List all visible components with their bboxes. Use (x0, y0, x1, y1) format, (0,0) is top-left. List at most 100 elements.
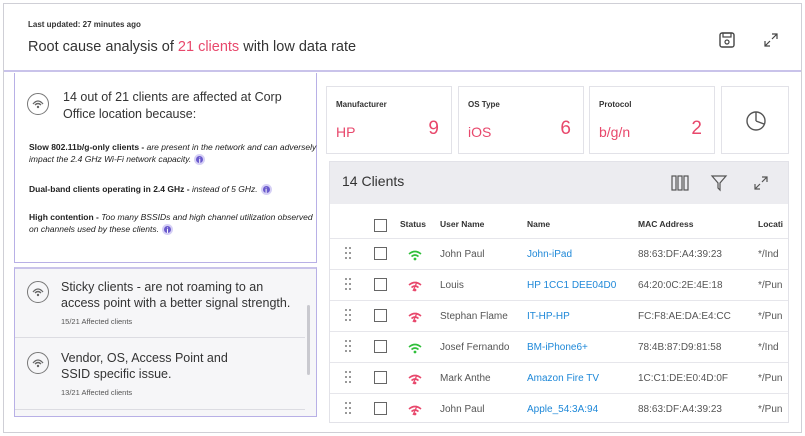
column-header-name[interactable]: Name (527, 219, 550, 229)
cell-client-name[interactable]: John-iPad (527, 249, 572, 260)
wifi-poor-icon (408, 372, 422, 390)
scrollbar[interactable] (307, 305, 310, 375)
active-root-cause[interactable]: 14 out of 21 clients are affected at Cor… (14, 73, 317, 263)
reason-dual-band: Dual-band clients operating in 2.4 GHz -… (29, 183, 317, 196)
cell-client-name[interactable]: BM-iPhone6+ (527, 342, 588, 353)
column-header-user-name[interactable]: User Name (440, 219, 484, 229)
card-label: Protocol (599, 100, 632, 109)
card-value: HP (336, 124, 356, 140)
row-checkbox[interactable] (374, 247, 387, 260)
expand-icon[interactable] (762, 31, 780, 49)
cell-mac-address: 88:63:DF:A4:39:23 (638, 249, 722, 260)
reason-title: Dual-band clients operating in 2.4 GHz - (29, 184, 190, 194)
cell-location: */Pun (758, 373, 783, 384)
cause-item-sticky-clients[interactable]: Sticky clients - are not roaming to an a… (15, 269, 305, 337)
row-checkbox[interactable] (374, 278, 387, 291)
row-checkbox[interactable] (374, 309, 387, 322)
card-protocol[interactable]: Protocol b/g/n 2 (589, 86, 715, 154)
root-cause-icon (27, 93, 49, 115)
affected-count: 13/21 Affected clients (61, 388, 133, 397)
cell-user-name: Louis (440, 280, 464, 291)
table-row[interactable]: John Paul John-iPad 88:63:DF:A4:39:23 */Ind (330, 238, 788, 269)
title-client-count[interactable]: 21 clients (178, 39, 239, 55)
cell-user-name: Josef Fernando (440, 342, 510, 353)
cell-location: */Ind (758, 249, 779, 260)
reason-detail: instead of 5 GHz. (189, 184, 258, 194)
cell-mac-address: FC:F8:AE:DA:E4:CC (638, 311, 731, 322)
reason-high-contention: High contention - Too many BSSIDs and hi… (29, 211, 317, 236)
cell-location: */Ind (758, 342, 779, 353)
pie-chart-button[interactable] (721, 86, 789, 154)
clients-title: 14 Clients (342, 173, 405, 189)
cell-client-name[interactable]: Amazon Fire TV (527, 373, 599, 384)
info-icon[interactable]: i (260, 184, 272, 196)
reason-title: Slow 802.11b/g-only clients - (29, 142, 145, 152)
affected-count: 15/21 Affected clients (61, 317, 133, 326)
cell-client-name[interactable]: HP 1CC1 DEE04D0 (527, 280, 616, 291)
cell-mac-address: 1C:C1:DE:E0:4D:0F (638, 373, 729, 384)
drag-handle-icon[interactable] (345, 402, 351, 415)
card-value: b/g/n (599, 124, 631, 140)
table-row[interactable]: Louis HP 1CC1 DEE04D0 64:20:0C:2E:4E:18 */P… (330, 269, 788, 300)
select-all-checkbox[interactable] (374, 219, 387, 232)
table-row[interactable]: Stephan Flame IT-HP-HP FC:F8:AE:DA:E4:CC */… (330, 300, 788, 331)
card-label: OS Type (468, 100, 500, 109)
wifi-good-icon (408, 248, 422, 266)
card-label: Manufacturer (336, 100, 387, 109)
reason-slow-clients: Slow 802.11b/g-only clients - are presen… (29, 141, 317, 166)
root-cause-icon (27, 352, 49, 374)
table-row[interactable]: John Paul Apple_54:3A:94 88:63:DF:A4:39:23… (330, 393, 788, 422)
cell-client-name[interactable]: Apple_54:3A:94 (527, 404, 598, 415)
cell-user-name: John Paul (440, 249, 485, 260)
last-updated: Last updated: 27 minutes ago (28, 20, 141, 29)
columns-icon[interactable] (670, 174, 690, 192)
info-icon[interactable]: i (161, 224, 173, 236)
cause-title: Sticky clients - are not roaming to an a… (61, 280, 291, 310)
cell-user-name: John Paul (440, 404, 485, 415)
cell-mac-address: 88:63:DF:A4:39:23 (638, 404, 722, 415)
card-count: 9 (428, 118, 439, 139)
pie-chart-icon (746, 111, 766, 131)
row-checkbox[interactable] (374, 371, 387, 384)
drag-handle-icon[interactable] (345, 371, 351, 384)
row-checkbox[interactable] (374, 402, 387, 415)
table-row[interactable]: Josef Fernando BM-iPhone6+ 78:4B:87:D9:81:… (330, 331, 788, 362)
expand-icon[interactable] (752, 174, 770, 192)
drag-handle-icon[interactable] (345, 309, 351, 322)
card-count: 2 (691, 118, 702, 139)
page-title: Root cause analysis of 21 clients with l… (28, 39, 356, 55)
column-header-mac[interactable]: MAC Address (638, 219, 693, 229)
reason-title: High contention - (29, 212, 99, 222)
title-suffix: with low data rate (239, 39, 357, 55)
wifi-good-icon (408, 341, 422, 359)
root-cause-list[interactable]: Sticky clients - are not roaming to an a… (14, 267, 317, 417)
table-row[interactable]: Mark Anthe Amazon Fire TV 1C:C1:DE:E0:4D:0… (330, 362, 788, 393)
card-os-type[interactable]: OS Type iOS 6 (458, 86, 584, 154)
column-header-status[interactable]: Status (400, 219, 426, 229)
cell-client-name[interactable]: IT-HP-HP (527, 311, 570, 322)
clients-header: 14 Clients (330, 162, 788, 204)
filter-icon[interactable] (710, 174, 728, 192)
cell-mac-address: 78:4B:87:D9:81:58 (638, 342, 722, 353)
cell-location: */Pun (758, 311, 783, 322)
cell-user-name: Mark Anthe (440, 373, 491, 384)
wifi-poor-icon (408, 310, 422, 328)
cause-item-vendor-os[interactable]: Vendor, OS, Access Point and SSID specif… (15, 338, 305, 408)
card-manufacturer[interactable]: Manufacturer HP 9 (326, 86, 452, 154)
title-prefix: Root cause analysis of (28, 39, 178, 55)
drag-handle-icon[interactable] (345, 340, 351, 353)
cell-location: */Pun (758, 404, 783, 415)
save-icon[interactable] (718, 31, 736, 49)
cell-mac-address: 64:20:0C:2E:4E:18 (638, 280, 723, 291)
wifi-poor-icon (408, 403, 422, 421)
column-header-location[interactable]: Locati (758, 219, 783, 229)
drag-handle-icon[interactable] (345, 247, 351, 260)
root-cause-icon (27, 281, 49, 303)
divider (15, 409, 305, 410)
cell-user-name: Stephan Flame (440, 311, 508, 322)
card-value: iOS (468, 124, 492, 140)
drag-handle-icon[interactable] (345, 278, 351, 291)
row-checkbox[interactable] (374, 340, 387, 353)
info-icon[interactable]: i (194, 154, 206, 166)
panel-header: Last updated: 27 minutes ago Root cause … (4, 4, 801, 72)
